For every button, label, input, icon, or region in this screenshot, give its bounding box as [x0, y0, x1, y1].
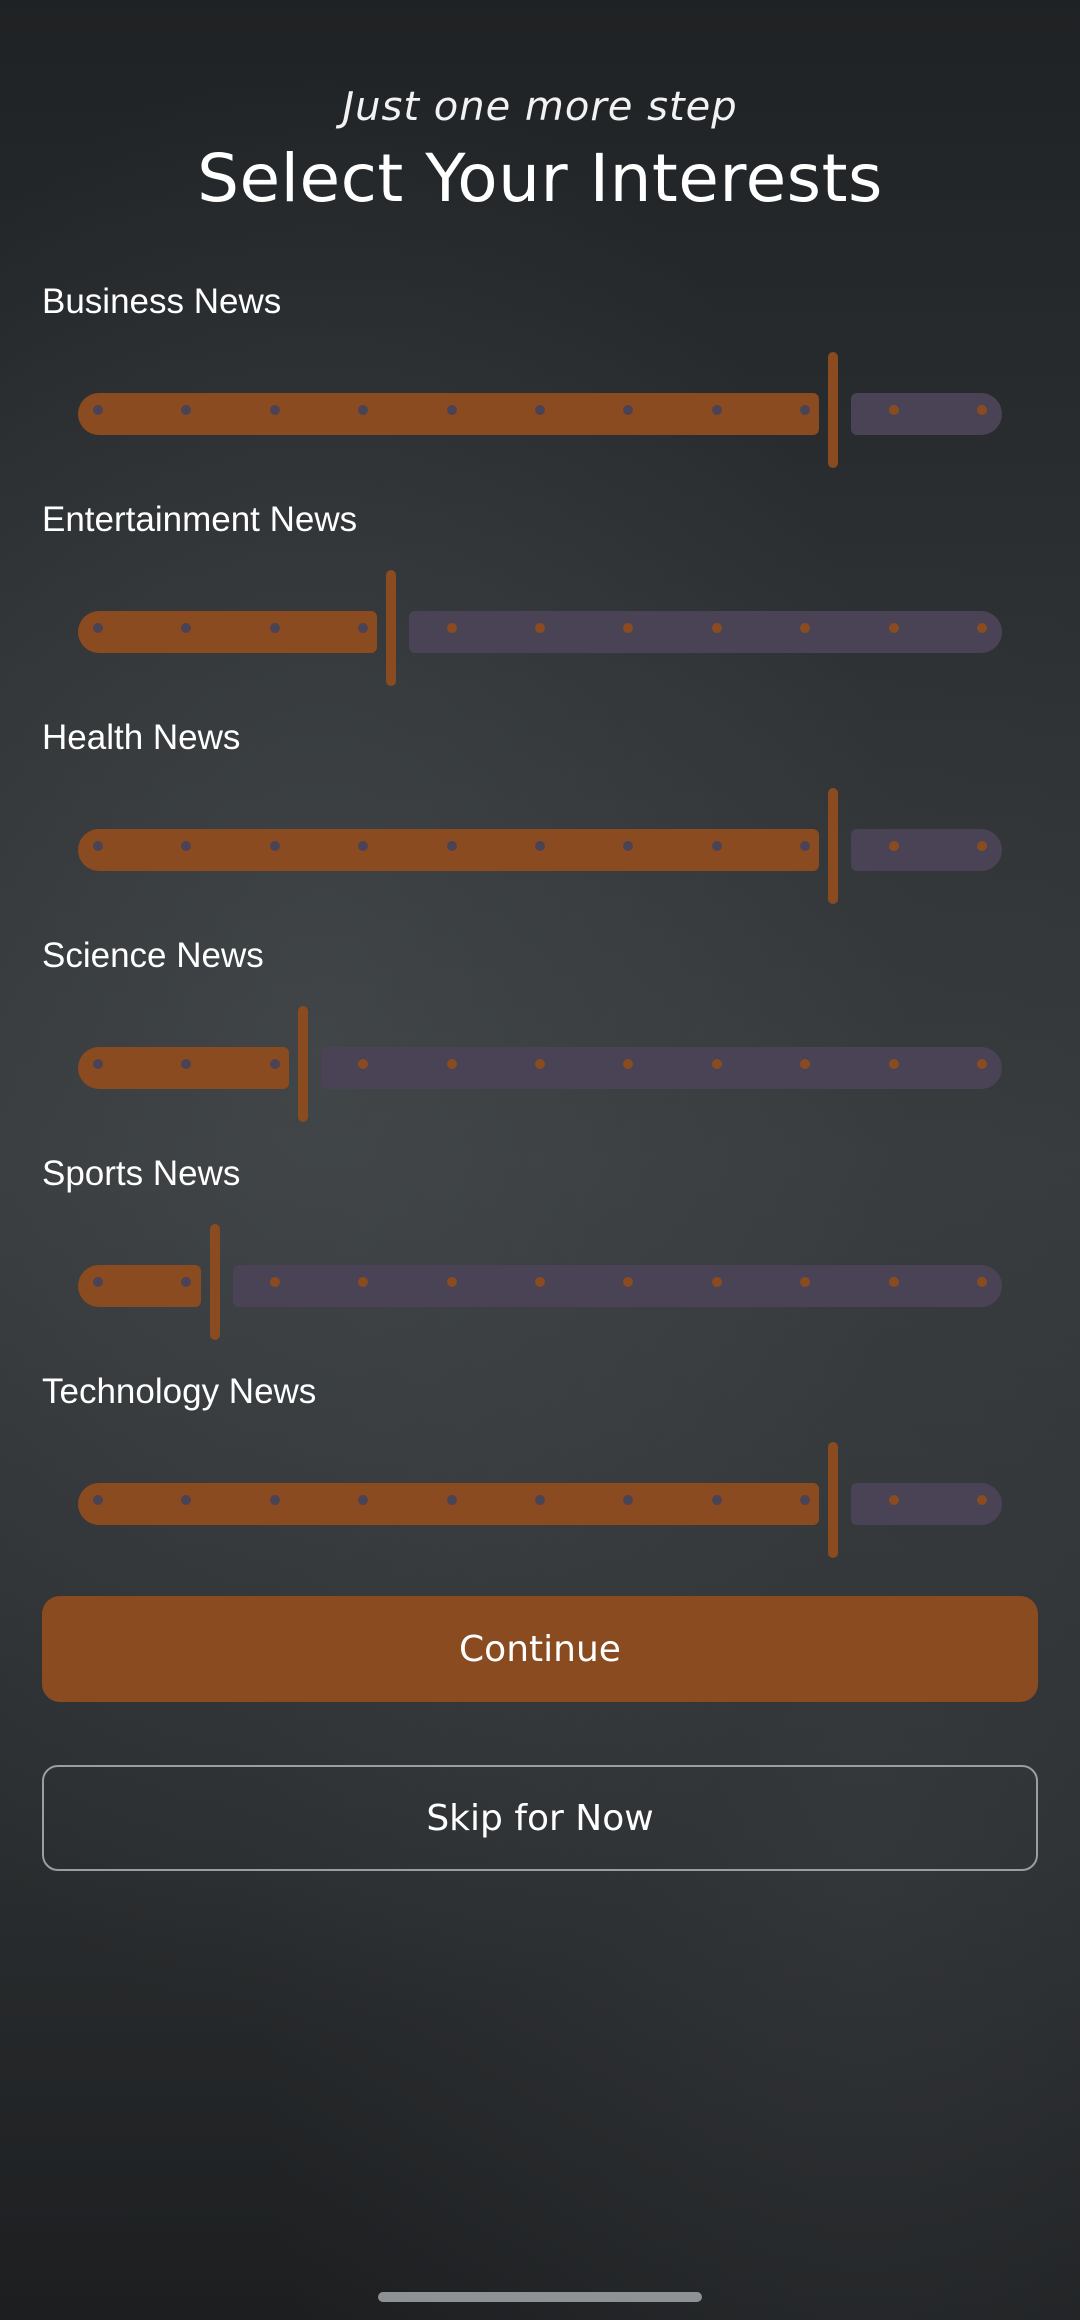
belt-hole	[269, 841, 280, 851]
belt-hole	[711, 1495, 722, 1505]
interest-slider[interactable]	[78, 788, 1002, 904]
belt-hole	[711, 841, 722, 851]
belt-hole	[93, 1277, 103, 1287]
belt-hole	[93, 405, 103, 415]
interest-row: Entertainment News	[0, 500, 1080, 718]
belt-hole	[977, 1059, 987, 1069]
belt-hole	[269, 405, 280, 415]
slider-thumb[interactable]	[209, 1224, 220, 1340]
belt-hole	[269, 623, 280, 633]
belt-hole	[711, 623, 722, 633]
belt-hole	[711, 1277, 722, 1287]
belt-hole	[888, 623, 899, 633]
slider-thumb[interactable]	[386, 570, 397, 686]
interest-slider[interactable]	[78, 1442, 1002, 1558]
belt-hole	[977, 1277, 987, 1287]
belt-hole	[446, 1059, 457, 1069]
belt-hole	[888, 1277, 899, 1287]
interest-row: Business News	[0, 282, 1080, 500]
belt-hole	[535, 623, 545, 633]
slider-empty-track	[321, 1047, 1002, 1089]
slider-empty-track	[409, 611, 1002, 653]
page-title: Select Your Interests	[197, 140, 883, 217]
belt-hole	[535, 1495, 545, 1505]
belt-hole	[888, 1059, 899, 1069]
belt-hole	[446, 623, 457, 633]
belt-hole	[711, 1059, 722, 1069]
interest-label: Science News	[42, 936, 264, 975]
skip-button[interactable]: Skip for Now	[42, 1765, 1038, 1871]
interest-label: Entertainment News	[42, 500, 358, 539]
belt-hole	[977, 623, 987, 633]
belt-hole	[269, 1059, 280, 1069]
slider-thumb[interactable]	[298, 1006, 308, 1122]
belt-hole	[446, 1277, 457, 1287]
interest-label: Business News	[42, 282, 282, 321]
belt-hole	[93, 623, 103, 633]
belt-hole	[888, 1495, 899, 1505]
belt-hole	[535, 1277, 545, 1287]
belt-hole	[535, 1059, 545, 1069]
slider-empty-track	[232, 1265, 1002, 1307]
belt-hole	[446, 1495, 457, 1505]
belt-hole	[446, 841, 457, 851]
belt-hole	[269, 1277, 280, 1287]
interest-slider[interactable]	[78, 570, 1002, 686]
belt-hole	[888, 841, 899, 851]
continue-button[interactable]: Continue	[42, 1596, 1038, 1702]
belt-hole	[93, 1059, 103, 1069]
interest-slider[interactable]	[78, 1006, 1002, 1122]
belt-hole	[977, 841, 987, 851]
home-indicator	[378, 2292, 702, 2302]
interest-slider[interactable]	[78, 1224, 1002, 1340]
belt-hole	[446, 405, 457, 415]
slider-filled-track	[78, 611, 378, 653]
belt-hole	[977, 1495, 987, 1505]
interest-row: Health News	[0, 718, 1080, 936]
slider-thumb[interactable]	[828, 788, 839, 904]
belt-hole	[977, 405, 987, 415]
subtitle: Just one more step	[342, 84, 738, 130]
interest-row: Sports News	[0, 1154, 1080, 1372]
interest-label: Technology News	[42, 1372, 317, 1411]
slider-thumb[interactable]	[828, 1442, 839, 1558]
belt-hole	[93, 841, 103, 851]
interest-label: Health News	[42, 718, 241, 757]
belt-hole	[535, 405, 545, 415]
belt-hole	[93, 1495, 103, 1505]
interest-row: Technology News	[0, 1372, 1080, 1590]
belt-hole	[535, 841, 545, 851]
interest-row: Science News	[0, 936, 1080, 1154]
interest-slider[interactable]	[78, 352, 1002, 468]
interest-label: Sports News	[42, 1154, 241, 1193]
belt-hole	[269, 1495, 280, 1505]
belt-hole	[888, 405, 899, 415]
belt-hole	[711, 405, 722, 415]
slider-thumb[interactable]	[828, 352, 839, 468]
